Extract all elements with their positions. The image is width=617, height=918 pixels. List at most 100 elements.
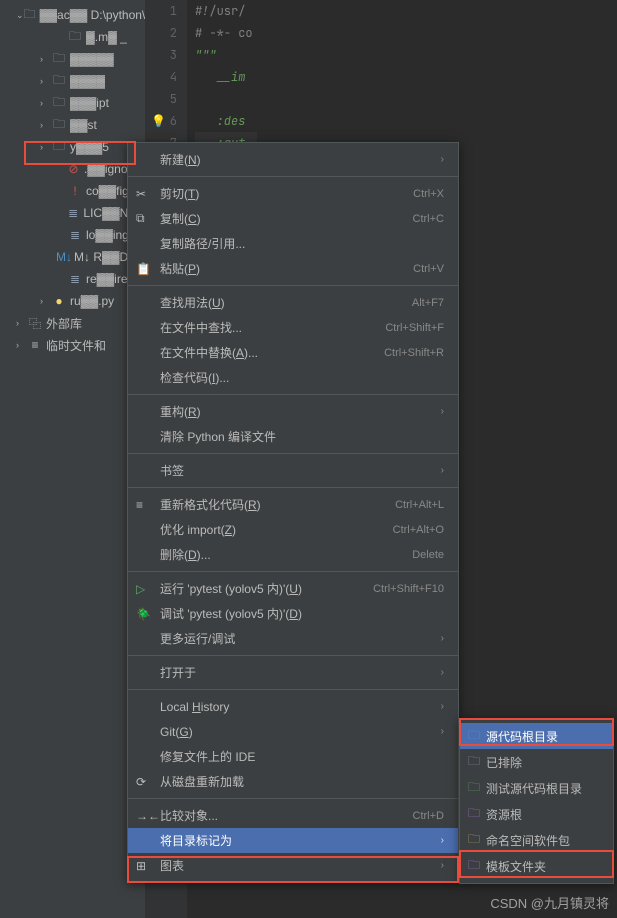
- chevron-right-icon: ›: [441, 154, 444, 165]
- menu-item[interactable]: 📋粘贴(P)Ctrl+V: [128, 256, 458, 281]
- menu-item[interactable]: 重构(R)›: [128, 399, 458, 424]
- line-number: 1: [145, 0, 177, 22]
- txt-icon: ≣: [68, 272, 82, 286]
- menu-label: 新建(N): [160, 151, 437, 168]
- code-line[interactable]: # -*- co: [195, 22, 257, 44]
- menu-label: 书签: [160, 462, 437, 479]
- tree-root[interactable]: ⌄ 🗀 ▓▓ac▓▓ D:\python\cracker: [0, 4, 145, 26]
- menu-item[interactable]: 在文件中替换(A)...Ctrl+Shift+R: [128, 340, 458, 365]
- menu-label: 剪切(T): [160, 185, 413, 202]
- menu-item[interactable]: 书签›: [128, 458, 458, 483]
- menu-item[interactable]: 修复文件上的 IDE: [128, 744, 458, 769]
- line-number: 2: [145, 22, 177, 44]
- chevron-right-icon: ›: [441, 667, 444, 678]
- tree-item[interactable]: ›🗀▓▓▓▓▓: [0, 48, 145, 70]
- code-line[interactable]: [195, 88, 257, 110]
- menu-icon: ≡: [136, 498, 160, 512]
- tree-label: 外部库: [46, 315, 82, 332]
- config-icon: !: [68, 184, 82, 198]
- watermark: CSDN @九月镇灵将: [490, 893, 609, 912]
- code-line[interactable]: #!/usr/: [195, 0, 257, 22]
- menu-label: 调试 'pytest (yolov5 内)'(D): [160, 605, 444, 622]
- external-libs[interactable]: › ⿻ 外部库: [0, 312, 145, 334]
- tree-label: ▓▓▓▓: [70, 74, 105, 88]
- chevron-right-icon: ›: [441, 701, 444, 712]
- submenu-label: 命名空间软件包: [486, 832, 570, 849]
- menu-label: 重新格式化代码(R): [160, 496, 395, 513]
- menu-item[interactable]: 清除 Python 编译文件: [128, 424, 458, 449]
- submenu-label: 测试源代码根目录: [486, 780, 582, 797]
- scratch-icon: ≡: [28, 338, 42, 352]
- menu-item[interactable]: ⟳从磁盘重新加载: [128, 769, 458, 794]
- menu-item[interactable]: 🪲调试 'pytest (yolov5 内)'(D): [128, 601, 458, 626]
- menu-item[interactable]: 在文件中查找...Ctrl+Shift+F: [128, 315, 458, 340]
- tree-item[interactable]: ≣re▓▓ire▓▓: [0, 268, 145, 290]
- menu-shortcut: Delete: [412, 549, 444, 561]
- highlight-annotation: [459, 850, 614, 878]
- menu-shortcut: Ctrl+Alt+L: [395, 499, 444, 511]
- tree-item[interactable]: 🗀 ▓.m▓ _: [0, 26, 145, 48]
- tree-item[interactable]: ›🗀▓▓▓ipt: [0, 92, 145, 114]
- menu-item[interactable]: 检查代码(I)...: [128, 365, 458, 390]
- chevron-icon: ›: [40, 76, 52, 86]
- submenu-item[interactable]: 🗀已排除: [460, 749, 613, 775]
- tree-item[interactable]: M↓M↓ R▓▓DM▓: [0, 246, 145, 268]
- menu-item[interactable]: 删除(D)...Delete: [128, 542, 458, 567]
- menu-item[interactable]: ✂剪切(T)Ctrl+X: [128, 181, 458, 206]
- tree-item[interactable]: ›🗀▓▓st: [0, 114, 145, 136]
- chevron-right-icon: ›: [441, 726, 444, 737]
- menu-item[interactable]: 复制路径/引用...: [128, 231, 458, 256]
- menu-label: 运行 'pytest (yolov5 内)'(U): [160, 580, 373, 597]
- menu-label: 重构(R): [160, 403, 437, 420]
- tree-item[interactable]: ≣lo▓▓ing▓: [0, 224, 145, 246]
- menu-label: 检查代码(I)...: [160, 369, 444, 386]
- folder-icon: 🗀: [68, 27, 82, 48]
- menu-item[interactable]: 更多运行/调试›: [128, 626, 458, 651]
- folder-icon: 🗀: [468, 778, 486, 799]
- tree-label: ▓.m▓ _: [86, 30, 127, 44]
- folder-icon: 🗀: [52, 71, 66, 92]
- line-number: 5: [145, 88, 177, 110]
- line-number: 3: [145, 44, 177, 66]
- menu-shortcut: Ctrl+X: [413, 188, 444, 200]
- code-line[interactable]: :des: [195, 110, 257, 132]
- menu-label: Git(G): [160, 725, 437, 739]
- menu-item[interactable]: Local History›: [128, 694, 458, 719]
- tree-label: ▓▓▓ipt: [70, 96, 109, 110]
- menu-item[interactable]: 将目录标记为›: [128, 828, 458, 853]
- scratches[interactable]: › ≡ 临时文件和: [0, 334, 145, 356]
- folder-icon: 🗀: [468, 804, 486, 825]
- menu-shortcut: Ctrl+V: [413, 263, 444, 275]
- menu-item[interactable]: Git(G) ›: [128, 719, 458, 744]
- menu-label: 优化 import(Z): [160, 521, 393, 538]
- tree-item[interactable]: ›🗀 ▓▓▓▓: [0, 70, 145, 92]
- tree-label: ▓▓▓▓▓: [70, 52, 114, 66]
- code-line[interactable]: """: [195, 44, 257, 66]
- menu-icon: 🪲: [136, 607, 160, 621]
- menu-item[interactable]: ⧉复制(C)Ctrl+C: [128, 206, 458, 231]
- menu-item[interactable]: ≡重新格式化代码(R)Ctrl+Alt+L: [128, 492, 458, 517]
- menu-label: 查找用法(U): [160, 294, 412, 311]
- line-number: 4: [145, 66, 177, 88]
- menu-item[interactable]: →←比较对象...Ctrl+D: [128, 803, 458, 828]
- tree-item[interactable]: !co▓▓fig.▓: [0, 180, 145, 202]
- menu-label: 复制路径/引用...: [160, 235, 444, 252]
- tree-item[interactable]: ›●ru▓▓.py: [0, 290, 145, 312]
- menu-item[interactable]: 新建(N) ›: [128, 147, 458, 172]
- folder-icon: 🗀: [52, 93, 66, 114]
- submenu-item[interactable]: 🗀测试源代码根目录: [460, 775, 613, 801]
- chevron-right-icon: ›: [441, 633, 444, 644]
- code-line[interactable]: __im: [195, 66, 257, 88]
- folder-icon: 🗀: [468, 752, 486, 773]
- menu-shortcut: Ctrl+C: [413, 213, 444, 225]
- menu-item[interactable]: 查找用法(U)Alt+F7: [128, 290, 458, 315]
- folder-icon: 🗀: [468, 830, 486, 851]
- bulb-icon[interactable]: 💡: [151, 110, 166, 132]
- tree-label: ru▓▓.py: [70, 294, 114, 308]
- menu-item[interactable]: 打开于›: [128, 660, 458, 685]
- menu-item[interactable]: 优化 import(Z)Ctrl+Alt+O: [128, 517, 458, 542]
- submenu-item[interactable]: 🗀资源根: [460, 801, 613, 827]
- menu-item[interactable]: ▷运行 'pytest (yolov5 内)'(U)Ctrl+Shift+F10: [128, 576, 458, 601]
- tree-item[interactable]: ≣LIC▓▓NS▓: [0, 202, 145, 224]
- menu-icon: 📋: [136, 262, 160, 276]
